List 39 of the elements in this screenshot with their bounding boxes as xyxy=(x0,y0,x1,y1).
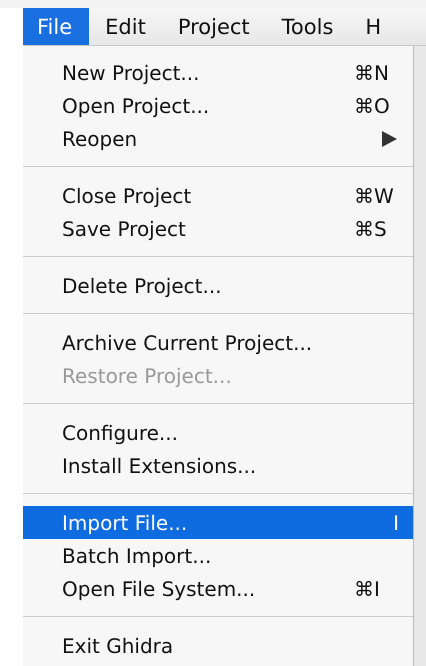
shortcut-label: ⌘S xyxy=(354,216,388,242)
menu-item-label: Save Project xyxy=(62,216,187,242)
submenu-arrow-icon xyxy=(382,130,397,146)
shortcut-label: ⌘W xyxy=(354,182,395,210)
menu-item[interactable]: Delete Project... xyxy=(23,269,413,302)
menu-item-label: New Project... xyxy=(62,60,200,86)
menu-item-label: Restore Project... xyxy=(62,362,233,390)
menu-item-label: Delete Project... xyxy=(62,272,223,300)
menu-item-label: Batch Import... xyxy=(62,542,212,570)
menu-item[interactable]: Batch Import... xyxy=(23,539,413,572)
menu-item-label: Import File... xyxy=(62,510,188,536)
menu-bar-item[interactable]: Project xyxy=(162,8,266,45)
menu-item-label: Close Project xyxy=(62,182,192,210)
menu-item[interactable]: Open Project... ⌘O xyxy=(23,89,413,122)
menu-bar-item[interactable]: Tools xyxy=(266,8,350,45)
menu-item-label: Reopen xyxy=(62,126,138,152)
shortcut-label: I xyxy=(392,510,399,536)
menu-item-label: Archive Current Project... xyxy=(62,330,314,356)
menu-item[interactable]: Reopen xyxy=(23,122,413,155)
menu-item[interactable]: Import File... I xyxy=(23,506,413,539)
menu-item-label: Install Extensions... xyxy=(62,452,258,480)
shortcut-label: ⌘N xyxy=(354,60,390,86)
menu-item-label: Open Project... xyxy=(62,92,210,120)
menu-bar-item[interactable]: Edit xyxy=(89,8,162,45)
shortcut-label: ⌘I xyxy=(354,576,381,602)
menu-item[interactable]: New Project... ⌘N xyxy=(23,56,413,89)
menu-item[interactable]: Install Extensions... xyxy=(23,449,413,482)
menu-item-label: Exit Ghidra xyxy=(62,632,174,660)
menu-item[interactable]: Archive Current Project... xyxy=(23,326,413,359)
menu-item-label: Configure... xyxy=(62,420,180,446)
menu-item[interactable]: Close Project ⌘W xyxy=(23,179,413,212)
menu-item[interactable]: Save Project ⌘S xyxy=(23,212,413,245)
shortcut-label: ⌘O xyxy=(354,92,391,120)
menu-bar-item[interactable]: File xyxy=(23,8,90,45)
menu-bar-item[interactable]: H xyxy=(349,8,398,45)
menu-item-label: Open File System... xyxy=(62,576,256,602)
menu-item[interactable]: Open File System... ⌘I xyxy=(23,572,413,605)
menu-item[interactable]: Exit Ghidra xyxy=(23,629,413,662)
menu-item[interactable]: Configure... xyxy=(23,416,413,449)
